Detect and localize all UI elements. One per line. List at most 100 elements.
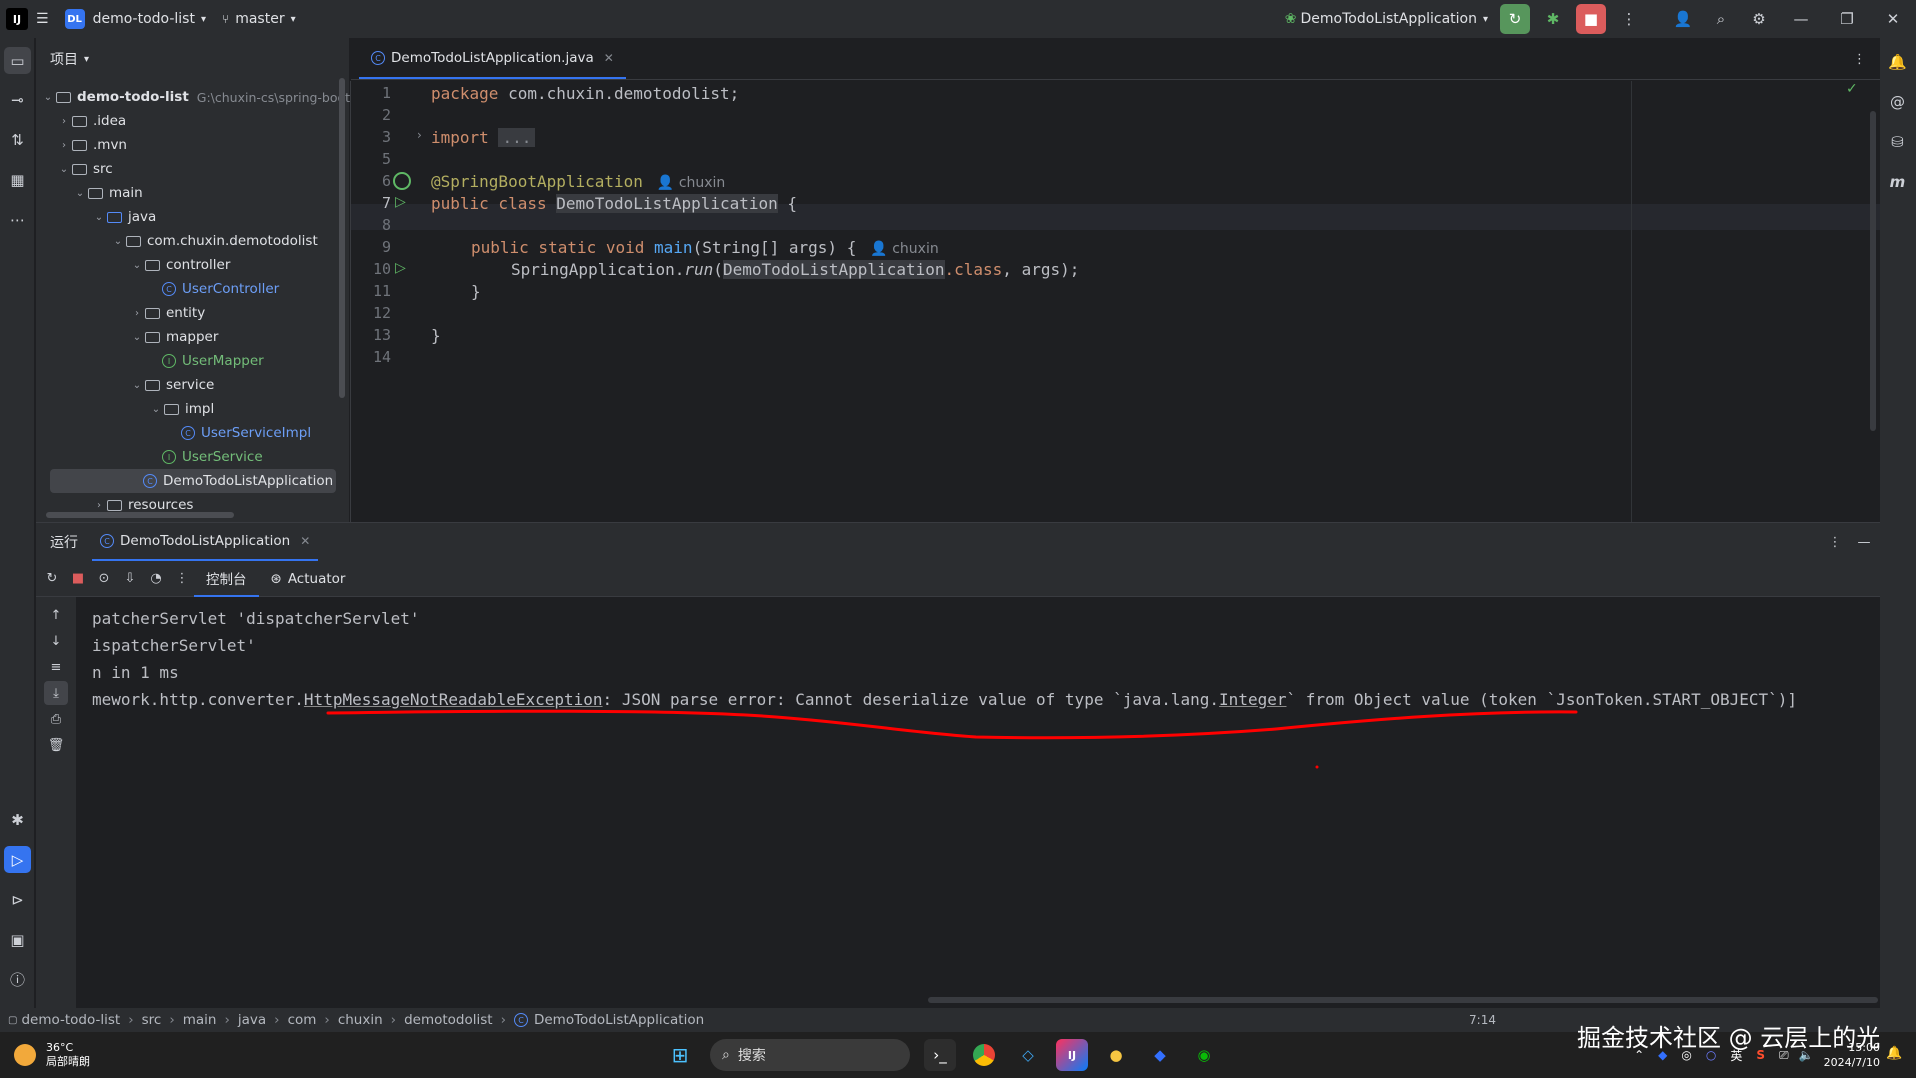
- feishu-app-icon[interactable]: ◆: [1144, 1039, 1176, 1071]
- tree-item-mapper[interactable]: ⌄ mapper: [129, 325, 219, 349]
- trash-icon[interactable]: 🗑: [44, 733, 68, 757]
- tree-item-main[interactable]: ⌄ main: [72, 181, 143, 205]
- breadcrumb-item[interactable]: main: [183, 1012, 217, 1028]
- notifications-button[interactable]: 🔔: [1884, 48, 1911, 75]
- ai-assistant-button[interactable]: @: [1884, 88, 1911, 115]
- soft-wrap-icon[interactable]: ≡: [44, 655, 68, 679]
- run-gutter-icon[interactable]: ▷: [395, 260, 406, 276]
- tab-console[interactable]: 控制台: [194, 561, 259, 597]
- tree-item-userserviceimpl[interactable]: C UserServiceImpl: [181, 421, 311, 445]
- taskbar-search[interactable]: ⌕ 搜索: [710, 1039, 910, 1071]
- more-actions-button[interactable]: ⋮: [1614, 4, 1644, 34]
- debug-button[interactable]: ✱: [1538, 4, 1568, 34]
- hide-panel-button[interactable]: —: [1848, 535, 1880, 550]
- tab-actuator[interactable]: ⊛ Actuator: [259, 561, 358, 597]
- project-panel-header[interactable]: 项目 ▾: [36, 38, 349, 80]
- close-icon[interactable]: ✕: [300, 534, 310, 548]
- project-switcher[interactable]: DL demo-todo-list ▾: [57, 0, 214, 38]
- rerun-icon[interactable]: ↻: [40, 567, 64, 591]
- folded-imports[interactable]: ...: [498, 128, 536, 147]
- more-tools-button[interactable]: ⋯: [4, 206, 31, 233]
- console-output[interactable]: patcherServlet 'dispatcherServlet' ispat…: [76, 597, 1880, 1009]
- editor-more-button[interactable]: ⋮: [1853, 39, 1866, 79]
- stop-icon[interactable]: ■: [66, 567, 90, 591]
- notification-bell-icon[interactable]: 🔔: [1886, 1046, 1902, 1061]
- project-vertical-scrollbar[interactable]: [339, 78, 345, 398]
- run-panel-more-button[interactable]: ⋮: [1822, 535, 1848, 550]
- settings-button[interactable]: ⚙: [1744, 4, 1774, 34]
- run-tool-button[interactable]: ▷: [4, 846, 31, 873]
- close-icon[interactable]: ✕: [604, 51, 614, 65]
- vscode-app-icon[interactable]: ◇: [1012, 1039, 1044, 1071]
- terminal-app-icon[interactable]: ›_: [924, 1039, 956, 1071]
- pull-requests-button[interactable]: ⇅: [4, 126, 31, 153]
- tab-run-config[interactable]: C DemoTodoListApplication ✕: [92, 523, 319, 561]
- minimize-button[interactable]: —: [1778, 0, 1824, 38]
- code-line-6: @SpringBootApplication 👤 chuxin: [431, 172, 725, 191]
- tree-item-package[interactable]: ⌄ com.chuxin.demotodolist: [110, 229, 318, 253]
- stop-button[interactable]: ■: [1576, 4, 1606, 34]
- intellij-app-icon[interactable]: IJ: [1056, 1039, 1088, 1071]
- more-vertical-icon[interactable]: ⋮: [170, 567, 194, 591]
- wechat-app-icon[interactable]: ◉: [1188, 1039, 1220, 1071]
- tree-item-usercontroller[interactable]: C UserController: [162, 277, 279, 301]
- tree-item-idea[interactable]: › .idea: [56, 109, 126, 133]
- method-args: (String[] args) {: [692, 238, 857, 257]
- restore-button[interactable]: ❐: [1824, 0, 1870, 38]
- tree-item-demotodolistapplication[interactable]: C DemoTodoListApplication: [50, 469, 336, 493]
- tab-demotodolistapplication[interactable]: C DemoTodoListApplication.java ✕: [359, 39, 626, 79]
- weather-widget[interactable]: 36°C 局部晴朗: [0, 1041, 90, 1069]
- search-button[interactable]: ⌕: [1706, 4, 1736, 34]
- maven-button[interactable]: m: [1884, 168, 1911, 195]
- tree-item-src[interactable]: ⌄ src: [56, 157, 113, 181]
- tree-item-service[interactable]: ⌄ service: [129, 373, 215, 397]
- rerun-button[interactable]: ↻: [1500, 4, 1530, 34]
- spring-bean-icon[interactable]: [393, 172, 411, 190]
- camera-icon[interactable]: ⊙: [92, 567, 116, 591]
- chrome-app-icon[interactable]: [968, 1039, 1000, 1071]
- tree-item-impl[interactable]: ⌄ impl: [148, 397, 214, 421]
- run-gutter-icon[interactable]: ▷: [395, 194, 406, 210]
- chick-app-icon[interactable]: ●: [1100, 1039, 1132, 1071]
- fold-chevron-icon[interactable]: ›: [417, 128, 422, 142]
- breadcrumb-item[interactable]: DemoTodoListApplication: [534, 1012, 704, 1028]
- breadcrumb-item[interactable]: java: [238, 1012, 266, 1028]
- caret-position[interactable]: 7:14: [1469, 1013, 1496, 1027]
- scroll-to-end-icon[interactable]: ⤓: [44, 681, 68, 705]
- export-icon[interactable]: ⇩: [118, 567, 142, 591]
- breadcrumb-item[interactable]: demo-todo-list: [21, 1012, 120, 1028]
- editor-vertical-scrollbar[interactable]: [1870, 111, 1876, 431]
- collab-button[interactable]: 👤: [1668, 4, 1698, 34]
- breadcrumb-item[interactable]: src: [142, 1012, 162, 1028]
- tree-item-userservice[interactable]: I UserService: [162, 445, 263, 469]
- database-button[interactable]: ⛁: [1884, 128, 1911, 155]
- branch-switcher[interactable]: ⑂ master ▾: [214, 0, 304, 38]
- structure-button[interactable]: ▦: [4, 166, 31, 193]
- console-horizontal-scrollbar[interactable]: [928, 997, 1878, 1003]
- breadcrumb-item[interactable]: com: [288, 1012, 317, 1028]
- breadcrumb-item[interactable]: demotodolist: [404, 1012, 493, 1028]
- tree-item-java[interactable]: ⌄ java: [91, 205, 157, 229]
- breadcrumb-item[interactable]: chuxin: [338, 1012, 383, 1028]
- dashboard-icon[interactable]: ◔: [144, 567, 168, 591]
- debug-tool-button[interactable]: ✱: [4, 806, 31, 833]
- code-area[interactable]: 1 2 3 5 6 7 8 9 10 11 12 13 14 › ▷ ▷ pac…: [350, 81, 1880, 522]
- project-tool-button[interactable]: ▭: [4, 47, 31, 74]
- terminal-button[interactable]: ▣: [4, 926, 31, 953]
- main-menu-button[interactable]: ☰: [28, 0, 57, 38]
- services-button[interactable]: ⊳: [4, 886, 31, 913]
- tree-item-entity[interactable]: › entity: [129, 301, 205, 325]
- problems-button[interactable]: ⓘ: [4, 966, 31, 993]
- tree-item-usermapper[interactable]: I UserMapper: [162, 349, 264, 373]
- arrow-up-icon[interactable]: ↑: [44, 603, 68, 627]
- tree-item-mvn[interactable]: › .mvn: [56, 133, 127, 157]
- windows-start-button[interactable]: ⊞: [664, 1039, 696, 1071]
- project-horizontal-scrollbar[interactable]: [46, 512, 234, 518]
- tree-item-controller[interactable]: ⌄ controller: [129, 253, 231, 277]
- close-window-button[interactable]: ✕: [1870, 0, 1916, 38]
- commit-tool-button[interactable]: ⊸: [4, 86, 31, 113]
- print-icon[interactable]: ⎙: [44, 707, 68, 731]
- run-config-selector[interactable]: ❀ DemoTodoListApplication ▾: [1277, 0, 1496, 38]
- arrow-down-icon[interactable]: ↓: [44, 629, 68, 653]
- tree-root[interactable]: ⌄ demo-todo-list G:\chuxin-cs\spring-boo…: [40, 85, 350, 109]
